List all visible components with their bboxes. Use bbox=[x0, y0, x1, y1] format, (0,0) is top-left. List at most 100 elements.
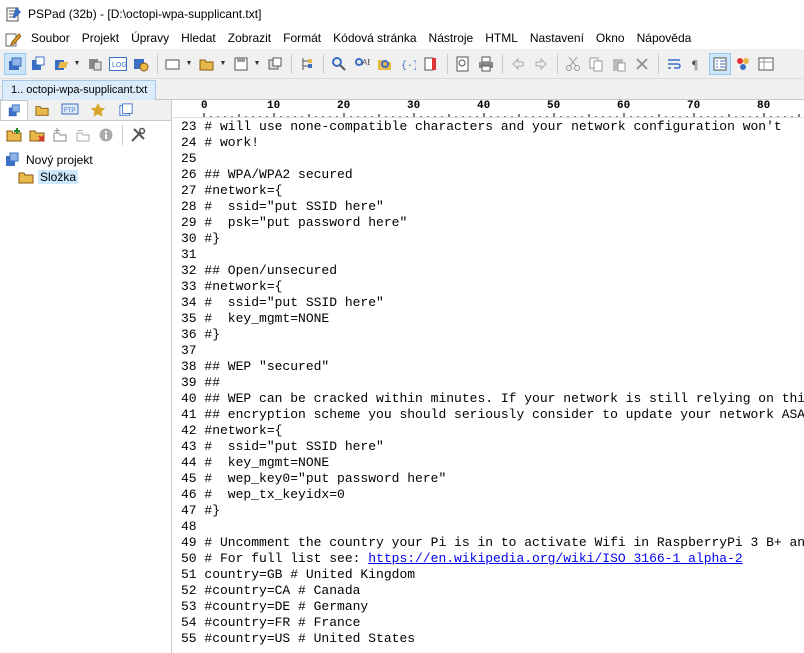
menu-kodova-stranka[interactable]: Kódová stránka bbox=[327, 28, 422, 49]
code-explorer-icon[interactable] bbox=[296, 53, 318, 75]
settings-gear-icon[interactable] bbox=[130, 53, 152, 75]
tab-projects[interactable] bbox=[0, 100, 28, 120]
menu-okno[interactable]: Okno bbox=[590, 28, 631, 49]
chevron-down-icon[interactable]: ▼ bbox=[253, 60, 261, 67]
paste-icon[interactable] bbox=[608, 53, 630, 75]
code-line[interactable]: 36 #} bbox=[181, 327, 220, 343]
tab-open-files[interactable] bbox=[112, 100, 140, 120]
menu-format[interactable]: Formát bbox=[277, 28, 327, 49]
code-line[interactable]: 31 bbox=[181, 247, 204, 263]
open-file-icon[interactable] bbox=[196, 53, 218, 75]
new-file-icon[interactable] bbox=[162, 53, 184, 75]
line-number: 49 bbox=[181, 535, 205, 550]
save-icon[interactable] bbox=[230, 53, 252, 75]
add-folder-icon[interactable] bbox=[3, 124, 25, 146]
highlighter-icon[interactable] bbox=[732, 53, 754, 75]
code-editor[interactable]: 23 # will use none-compatible characters… bbox=[173, 118, 804, 653]
cut-icon[interactable] bbox=[562, 53, 584, 75]
word-wrap-icon[interactable] bbox=[663, 53, 685, 75]
add-file-icon[interactable] bbox=[49, 124, 71, 146]
code-line[interactable]: 37 bbox=[181, 343, 204, 359]
code-line[interactable]: 27 #network={ bbox=[181, 183, 282, 199]
line-number: 26 bbox=[181, 167, 205, 182]
log-window-icon[interactable]: LOG bbox=[107, 53, 129, 75]
code-line[interactable]: 49 # Uncomment the country your Pi is in… bbox=[181, 535, 804, 551]
code-line[interactable]: 43 # ssid="put SSID here" bbox=[181, 439, 384, 455]
remove-folder-icon[interactable] bbox=[26, 124, 48, 146]
hyperlink[interactable]: https://en.wikipedia.org/wiki/ISO_3166-1… bbox=[368, 551, 742, 566]
code-line[interactable]: 38 ## WEP "secured" bbox=[181, 359, 329, 375]
show-special-chars-icon[interactable]: ¶ bbox=[686, 53, 708, 75]
line-number: 41 bbox=[181, 407, 205, 422]
open-project-icon[interactable] bbox=[50, 53, 72, 75]
code-line[interactable]: 41 ## encryption scheme you should serio… bbox=[181, 407, 804, 423]
menu-upravy[interactable]: Úpravy bbox=[125, 28, 175, 49]
code-line[interactable]: 29 # psk="put password here" bbox=[181, 215, 407, 231]
menu-projekt[interactable]: Projekt bbox=[76, 28, 125, 49]
code-line[interactable]: 46 # wep_tx_keyidx=0 bbox=[181, 487, 345, 503]
code-line[interactable]: 53 #country=DE # Germany bbox=[181, 599, 368, 615]
line-numbers-icon[interactable] bbox=[709, 52, 731, 75]
bookmark-icon[interactable] bbox=[420, 53, 442, 75]
chevron-down-icon[interactable]: ▼ bbox=[219, 60, 227, 67]
code-line[interactable]: 52 #country=CA # Canada bbox=[181, 583, 360, 599]
code-line[interactable]: 54 #country=FR # France bbox=[181, 615, 360, 631]
info-icon[interactable] bbox=[95, 124, 117, 146]
print-icon[interactable] bbox=[475, 53, 497, 75]
tab-files[interactable] bbox=[28, 100, 56, 120]
redo-icon[interactable] bbox=[530, 53, 552, 75]
line-text: #country=US # United States bbox=[204, 631, 416, 646]
code-line[interactable]: 50 # For full list see: https://en.wikip… bbox=[181, 551, 743, 567]
code-line[interactable]: 55 #country=US # United States bbox=[181, 631, 415, 647]
code-line[interactable]: 33 #network={ bbox=[181, 279, 282, 295]
delete-icon[interactable] bbox=[631, 53, 653, 75]
menu-hledat[interactable]: Hledat bbox=[175, 28, 222, 49]
tree-item-folder[interactable]: Složka bbox=[4, 168, 171, 185]
preview-icon[interactable] bbox=[452, 53, 474, 75]
tab-ftp[interactable]: FTP bbox=[56, 100, 84, 120]
code-line[interactable]: 44 # key_mgmt=NONE bbox=[181, 455, 329, 471]
copy-icon[interactable] bbox=[585, 53, 607, 75]
code-line[interactable]: 23 # will use none-compatible characters… bbox=[181, 119, 782, 135]
chevron-down-icon[interactable]: ▼ bbox=[185, 60, 193, 67]
code-line[interactable]: 25 bbox=[181, 151, 204, 167]
code-line[interactable]: 26 ## WPA/WPA2 secured bbox=[181, 167, 353, 183]
menu-napoveda[interactable]: Nápověda bbox=[631, 28, 698, 49]
code-line[interactable]: 24 # work! bbox=[181, 135, 259, 151]
code-line[interactable]: 34 # ssid="put SSID here" bbox=[181, 295, 384, 311]
remove-file-icon[interactable] bbox=[72, 124, 94, 146]
new-project-icon[interactable] bbox=[27, 53, 49, 75]
code-line[interactable]: 30 #} bbox=[181, 231, 220, 247]
code-line[interactable]: 48 bbox=[181, 519, 204, 535]
undo-icon[interactable] bbox=[507, 53, 529, 75]
code-line[interactable]: 47 #} bbox=[181, 503, 220, 519]
code-line[interactable]: 51 country=GB # United Kingdom bbox=[181, 567, 415, 583]
code-line[interactable]: 28 # ssid="put SSID here" bbox=[181, 199, 384, 215]
matching-bracket-icon[interactable]: {·} bbox=[397, 53, 419, 75]
code-line[interactable]: 39 ## bbox=[181, 375, 220, 391]
tools-icon[interactable] bbox=[127, 124, 149, 146]
save-project-icon[interactable] bbox=[84, 53, 106, 75]
code-line[interactable]: 35 # key_mgmt=NONE bbox=[181, 311, 329, 327]
line-text: # For full list see: bbox=[204, 551, 369, 566]
code-line[interactable]: 32 ## Open/unsecured bbox=[181, 263, 337, 279]
code-line[interactable]: 42 #network={ bbox=[181, 423, 282, 439]
code-line[interactable]: 45 # wep_key0="put password here" bbox=[181, 471, 446, 487]
hex-edit-icon[interactable] bbox=[755, 53, 777, 75]
code-line[interactable]: 40 ## WEP can be cracked within minutes.… bbox=[181, 391, 804, 407]
tab-favorites[interactable] bbox=[84, 100, 112, 120]
close-file-icon[interactable] bbox=[264, 53, 286, 75]
menu-nastaveni[interactable]: Nastavení bbox=[524, 28, 590, 49]
menu-zobrazit[interactable]: Zobrazit bbox=[222, 28, 277, 49]
line-number: 43 bbox=[181, 439, 205, 454]
menu-soubor[interactable]: Soubor bbox=[25, 28, 76, 49]
menu-nastroje[interactable]: Nástroje bbox=[423, 28, 480, 49]
chevron-down-icon[interactable]: ▼ bbox=[73, 60, 81, 67]
replace-icon[interactable]: AB bbox=[351, 53, 373, 75]
menu-html[interactable]: HTML bbox=[479, 28, 524, 49]
search-in-files-icon[interactable] bbox=[374, 53, 396, 75]
search-icon[interactable] bbox=[328, 53, 350, 75]
project-window-button[interactable] bbox=[4, 52, 26, 75]
tree-item-project[interactable]: Nový projekt bbox=[4, 151, 171, 168]
tab-octopi-wpa-supplicant[interactable]: 1.. octopi-wpa-supplicant.txt bbox=[2, 80, 157, 100]
